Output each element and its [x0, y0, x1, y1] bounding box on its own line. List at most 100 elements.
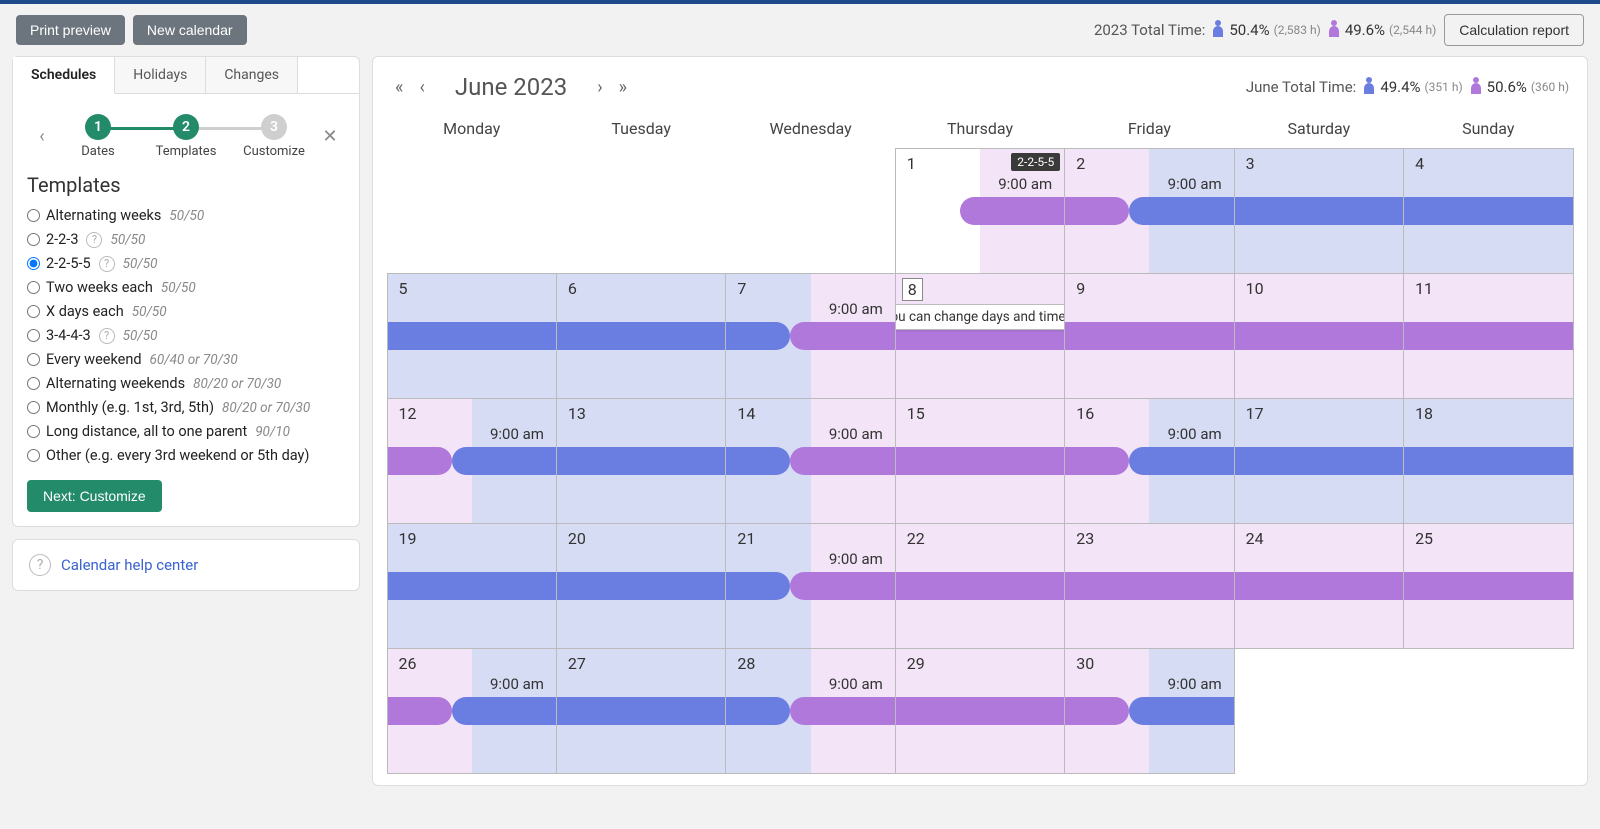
template-label: Every weekend: [46, 351, 142, 368]
template-radio[interactable]: [27, 233, 40, 246]
day-cell[interactable]: 14 9:00 am: [725, 398, 895, 524]
calculation-report-button[interactable]: Calculation report: [1444, 14, 1584, 46]
day-cell[interactable]: 21 9:00 am: [725, 523, 895, 649]
day-cell[interactable]: 27: [556, 648, 726, 774]
info-icon[interactable]: ?: [99, 328, 115, 344]
template-option[interactable]: 2-2-5-5? 50/50: [27, 255, 345, 272]
template-option[interactable]: Two weeks each 50/50: [27, 279, 345, 296]
day-cell[interactable]: 12 9:00 am: [387, 398, 557, 524]
template-radio[interactable]: [27, 449, 40, 462]
template-radio[interactable]: [27, 257, 40, 270]
print-preview-button[interactable]: Print preview: [16, 15, 125, 45]
dow-wed: Wednesday: [726, 109, 895, 148]
template-label: 2-2-5-5: [46, 255, 91, 272]
dow-header: Monday Tuesday Wednesday Thursday Friday…: [387, 109, 1573, 148]
stepper-prev[interactable]: ‹: [30, 126, 54, 147]
day-cell[interactable]: 28 9:00 am: [725, 648, 895, 774]
day-cell[interactable]: 23: [1064, 523, 1234, 649]
help-icon: ?: [29, 554, 51, 576]
info-icon[interactable]: ?: [86, 232, 102, 248]
template-radio[interactable]: [27, 353, 40, 366]
template-sublabel: 50/50: [123, 256, 158, 272]
day-cell[interactable]: 1 2-2-5-5 9:00 am: [895, 148, 1065, 274]
template-option[interactable]: 3-4-4-3? 50/50: [27, 327, 345, 344]
nav-prev-icon[interactable]: ‹: [415, 77, 428, 98]
month-b-hours: (360 h): [1531, 80, 1569, 94]
template-label: X days each: [46, 303, 124, 320]
time-label: 9:00 am: [998, 175, 1052, 193]
day-cell[interactable]: 10: [1234, 273, 1404, 399]
template-radio[interactable]: [27, 209, 40, 222]
day-cell[interactable]: 4: [1403, 148, 1573, 274]
day-cell[interactable]: 8 You can change days and times in the n…: [895, 273, 1065, 399]
day-cell[interactable]: 13: [556, 398, 726, 524]
day-cell[interactable]: 26 9:00 am: [387, 648, 557, 774]
tab-schedules[interactable]: Schedules: [13, 57, 115, 94]
step-3-circle[interactable]: 3: [261, 114, 287, 140]
day-cell[interactable]: 3: [1234, 148, 1404, 274]
template-radio[interactable]: [27, 329, 40, 342]
day-cell[interactable]: 18: [1403, 398, 1573, 524]
nav-next-icon[interactable]: ›: [593, 77, 606, 98]
day-cell[interactable]: 5: [387, 273, 557, 399]
template-sublabel: 50/50: [169, 208, 204, 224]
day-cell[interactable]: 6: [556, 273, 726, 399]
templates-heading: Templates: [27, 173, 345, 197]
parent-b-pct: 49.6%: [1345, 21, 1385, 39]
template-sublabel: 80/20 or 70/30: [222, 400, 310, 416]
template-sublabel: 50/50: [161, 280, 196, 296]
template-radio[interactable]: [27, 305, 40, 318]
day-cell[interactable]: 11: [1403, 273, 1573, 399]
template-badge: 2-2-5-5: [1011, 153, 1060, 171]
template-option[interactable]: Alternating weeks 50/50: [27, 207, 345, 224]
template-option[interactable]: X days each 50/50: [27, 303, 345, 320]
day-cell[interactable]: 19: [387, 523, 557, 649]
template-radio[interactable]: [27, 425, 40, 438]
template-radio[interactable]: [27, 377, 40, 390]
template-option[interactable]: Other (e.g. every 3rd weekend or 5th day…: [27, 447, 345, 464]
step-2-label: Templates: [156, 144, 217, 159]
template-option[interactable]: Long distance, all to one parent 90/10: [27, 423, 345, 440]
day-cell[interactable]: 22: [895, 523, 1065, 649]
template-label: Long distance, all to one parent: [46, 423, 247, 440]
next-customize-button[interactable]: Next: Customize: [27, 480, 162, 512]
template-option[interactable]: 2-2-3? 50/50: [27, 231, 345, 248]
parent-a-icon: [1362, 76, 1376, 98]
template-radio[interactable]: [27, 281, 40, 294]
template-label: Monthly (e.g. 1st, 3rd, 5th): [46, 399, 214, 416]
step-1-circle[interactable]: 1: [85, 114, 111, 140]
day-cell[interactable]: 29: [895, 648, 1065, 774]
new-calendar-button[interactable]: New calendar: [133, 15, 247, 45]
template-option[interactable]: Monthly (e.g. 1st, 3rd, 5th) 80/20 or 70…: [27, 399, 345, 416]
tab-holidays[interactable]: Holidays: [115, 57, 206, 93]
info-icon[interactable]: ?: [99, 256, 115, 272]
nav-last-icon[interactable]: »: [615, 77, 631, 98]
day-cell[interactable]: 30 9:00 am: [1064, 648, 1234, 774]
day-cell[interactable]: 9: [1064, 273, 1234, 399]
stepper-close[interactable]: ✕: [318, 126, 342, 147]
template-option[interactable]: Alternating weekends 80/20 or 70/30: [27, 375, 345, 392]
day-cell[interactable]: 2 9:00 am: [1064, 148, 1234, 274]
template-label: 3-4-4-3: [46, 327, 91, 344]
day-cell[interactable]: 25: [1403, 523, 1573, 649]
day-cell[interactable]: 20: [556, 523, 726, 649]
day-cell[interactable]: 24: [1234, 523, 1404, 649]
day-cell[interactable]: 16 9:00 am: [1064, 398, 1234, 524]
tab-changes[interactable]: Changes: [206, 57, 298, 93]
nav-first-icon[interactable]: «: [391, 77, 407, 98]
day-cell[interactable]: 7 9:00 am: [725, 273, 895, 399]
dow-sun: Sunday: [1404, 109, 1573, 148]
top-toolbar: Print preview New calendar 2023 Total Ti…: [0, 4, 1600, 56]
help-center-link[interactable]: Calendar help center: [61, 556, 198, 574]
step-3-label: Customize: [243, 144, 305, 159]
template-radio[interactable]: [27, 401, 40, 414]
time-label: 9:00 am: [829, 300, 883, 318]
step-2-circle[interactable]: 2: [173, 114, 199, 140]
time-label: 9:00 am: [1168, 175, 1222, 193]
day-cell[interactable]: 17: [1234, 398, 1404, 524]
parent-a-pct: 50.4%: [1229, 21, 1269, 39]
day-cell[interactable]: 15: [895, 398, 1065, 524]
template-option[interactable]: Every weekend 60/40 or 70/30: [27, 351, 345, 368]
dow-sat: Saturday: [1234, 109, 1403, 148]
template-label: Alternating weekends: [46, 375, 185, 392]
